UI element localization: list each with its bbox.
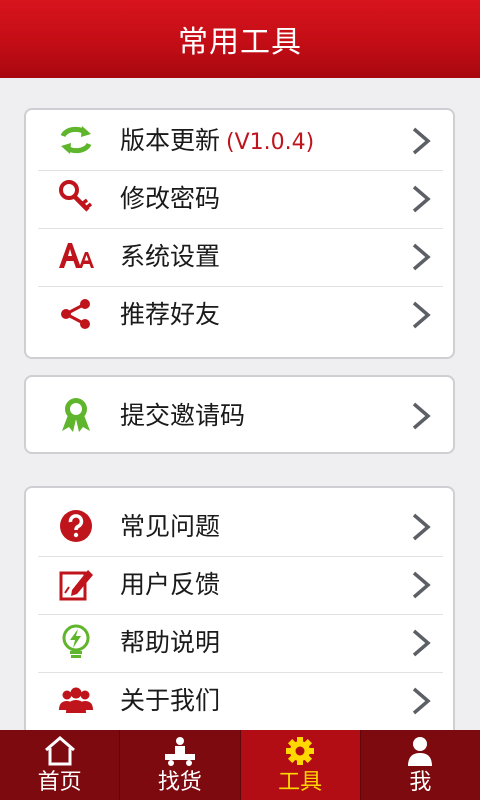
user-feedback-label: 用户反馈 (120, 570, 221, 599)
about-us-label: 关于我们 (120, 686, 221, 715)
tab-home[interactable]: 首页 (0, 730, 121, 800)
person-icon (403, 735, 437, 767)
system-settings-label: 系统设置 (120, 242, 221, 271)
tab-find-goods-label: 找货 (157, 770, 202, 795)
chevron-right-icon (411, 513, 431, 541)
bottom-tab-bar: 首页 找货 工具 我 (0, 730, 480, 800)
list-item-user-feedback[interactable]: 用户反馈 (38, 556, 443, 613)
edit-feedback-icon (58, 566, 94, 602)
chevron-right-icon (411, 687, 431, 715)
help-card: 常见问题 用户反馈 帮助说明 关于我们 (24, 486, 455, 730)
font-size-icon (58, 238, 94, 274)
refresh-icon (58, 122, 94, 158)
list-item-help[interactable]: 帮助说明 (38, 614, 443, 671)
chevron-right-icon (411, 571, 431, 599)
chevron-right-icon (411, 402, 431, 430)
faq-label: 常见问题 (120, 512, 221, 541)
tab-tools-label: 工具 (278, 770, 323, 795)
list-item-system-settings[interactable]: 系统设置 (38, 228, 443, 285)
tools-list: 版本更新 (V1.0.4) 修改密码 系统设置 推荐好友 提交邀请码 常见问题 … (0, 78, 480, 730)
submit-invite-code-label: 提交邀请码 (120, 401, 246, 430)
question-circle-icon (58, 508, 94, 544)
change-password-label: 修改密码 (120, 184, 221, 213)
tab-find-goods[interactable]: 找货 (120, 730, 241, 800)
truck-icon (163, 735, 197, 767)
list-item-change-password[interactable]: 修改密码 (38, 170, 443, 227)
gear-icon (283, 735, 317, 767)
chevron-right-icon (411, 629, 431, 657)
users-icon (58, 682, 94, 718)
tab-me[interactable]: 我 (361, 730, 480, 800)
tab-tools[interactable]: 工具 (240, 730, 361, 800)
chevron-right-icon (411, 243, 431, 271)
chevron-right-icon (411, 301, 431, 329)
version-number: (V1.0.4) (226, 130, 315, 155)
ribbon-award-icon (58, 397, 94, 433)
settings-card: 版本更新 (V1.0.4) 修改密码 系统设置 推荐好友 (24, 108, 455, 359)
tab-home-label: 首页 (37, 770, 82, 795)
invite-card: 提交邀请码 (24, 375, 455, 454)
list-item-recommend-friends[interactable]: 推荐好友 (38, 286, 443, 343)
list-item-version-update[interactable]: 版本更新 (V1.0.4) (38, 112, 443, 169)
lightbulb-icon (58, 624, 94, 660)
list-item-faq[interactable]: 常见问题 (38, 498, 443, 555)
chevron-right-icon (411, 185, 431, 213)
page-title: 常用工具 (178, 25, 302, 60)
tab-me-label: 我 (409, 770, 432, 795)
home-icon (43, 735, 77, 767)
share-icon (58, 296, 94, 332)
chevron-right-icon (411, 127, 431, 155)
recommend-friends-label: 推荐好友 (120, 300, 221, 329)
header-bar: 常用工具 (0, 0, 480, 78)
key-icon (58, 180, 94, 216)
version-update-label: 版本更新 (V1.0.4) (120, 126, 315, 155)
help-label: 帮助说明 (120, 628, 221, 657)
list-item-submit-invite-code[interactable]: 提交邀请码 (38, 387, 443, 444)
list-item-about-us[interactable]: 关于我们 (38, 672, 443, 729)
